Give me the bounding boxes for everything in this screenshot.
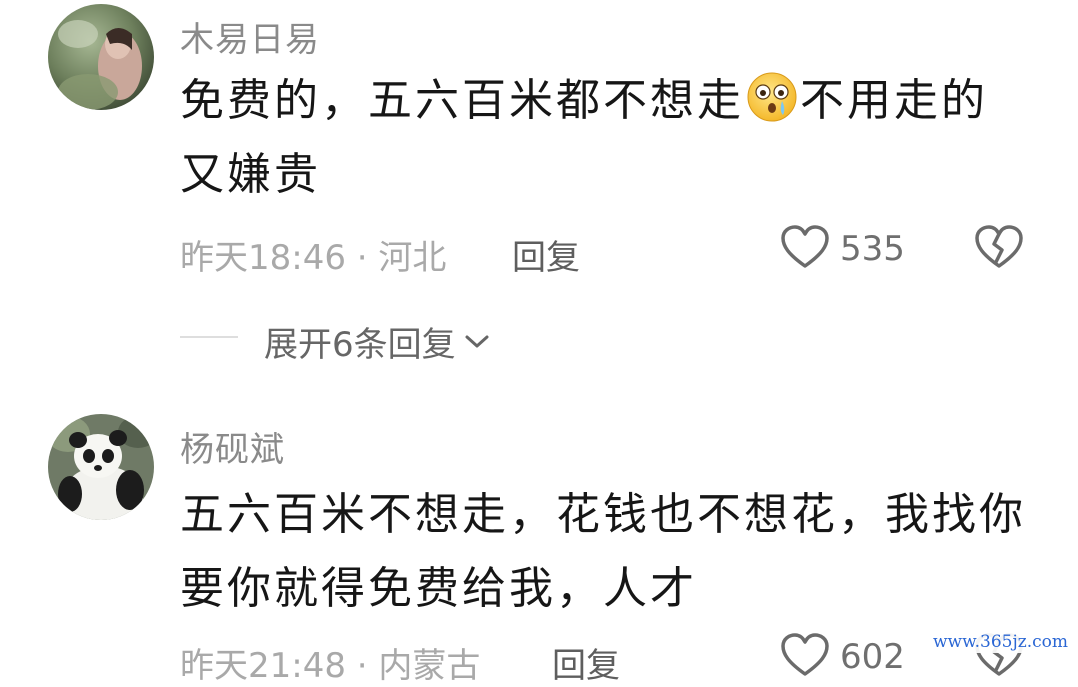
like-count: 602 — [840, 637, 905, 677]
like-count: 535 — [840, 229, 905, 269]
broken-heart-icon — [974, 633, 1024, 682]
chevron-down-icon — [464, 333, 490, 351]
like-button[interactable]: 535 — [780, 224, 905, 274]
expand-replies-label: 展开6条回复 — [264, 325, 456, 365]
broken-heart-icon — [974, 225, 1024, 274]
heart-icon — [780, 632, 830, 682]
astonished-crying-icon — [746, 71, 798, 123]
watermark: www.365jz.com — [927, 631, 1074, 653]
dislike-button[interactable] — [974, 224, 1024, 274]
like-button[interactable]: 602 — [780, 632, 905, 682]
comment-text: 免费的，五六百米都不想走 不用走的又嫌贵 — [180, 64, 1030, 212]
avatar[interactable] — [48, 4, 154, 110]
heart-icon — [780, 224, 830, 274]
comment-username[interactable]: 木易日易 — [180, 12, 320, 61]
comment-text-part: 免费的，五六百米都不想走 — [180, 75, 744, 126]
comment-text: 五六百米不想走，花钱也不想花，我找你要你就得免费给我，人才 — [180, 489, 1026, 614]
avatar[interactable] — [48, 414, 154, 520]
expand-divider — [180, 336, 238, 338]
comment-username[interactable]: 杨砚斌 — [180, 422, 285, 471]
reply-button[interactable]: 回复 — [512, 230, 580, 279]
comment-time-location: 昨天21:48 · 内蒙古 — [180, 646, 481, 686]
reply-button[interactable]: 回复 — [552, 638, 620, 687]
comment-time-location: 昨天18:46 · 河北 — [180, 238, 447, 278]
expand-replies-button[interactable]: 展开6条回复 — [264, 317, 490, 366]
